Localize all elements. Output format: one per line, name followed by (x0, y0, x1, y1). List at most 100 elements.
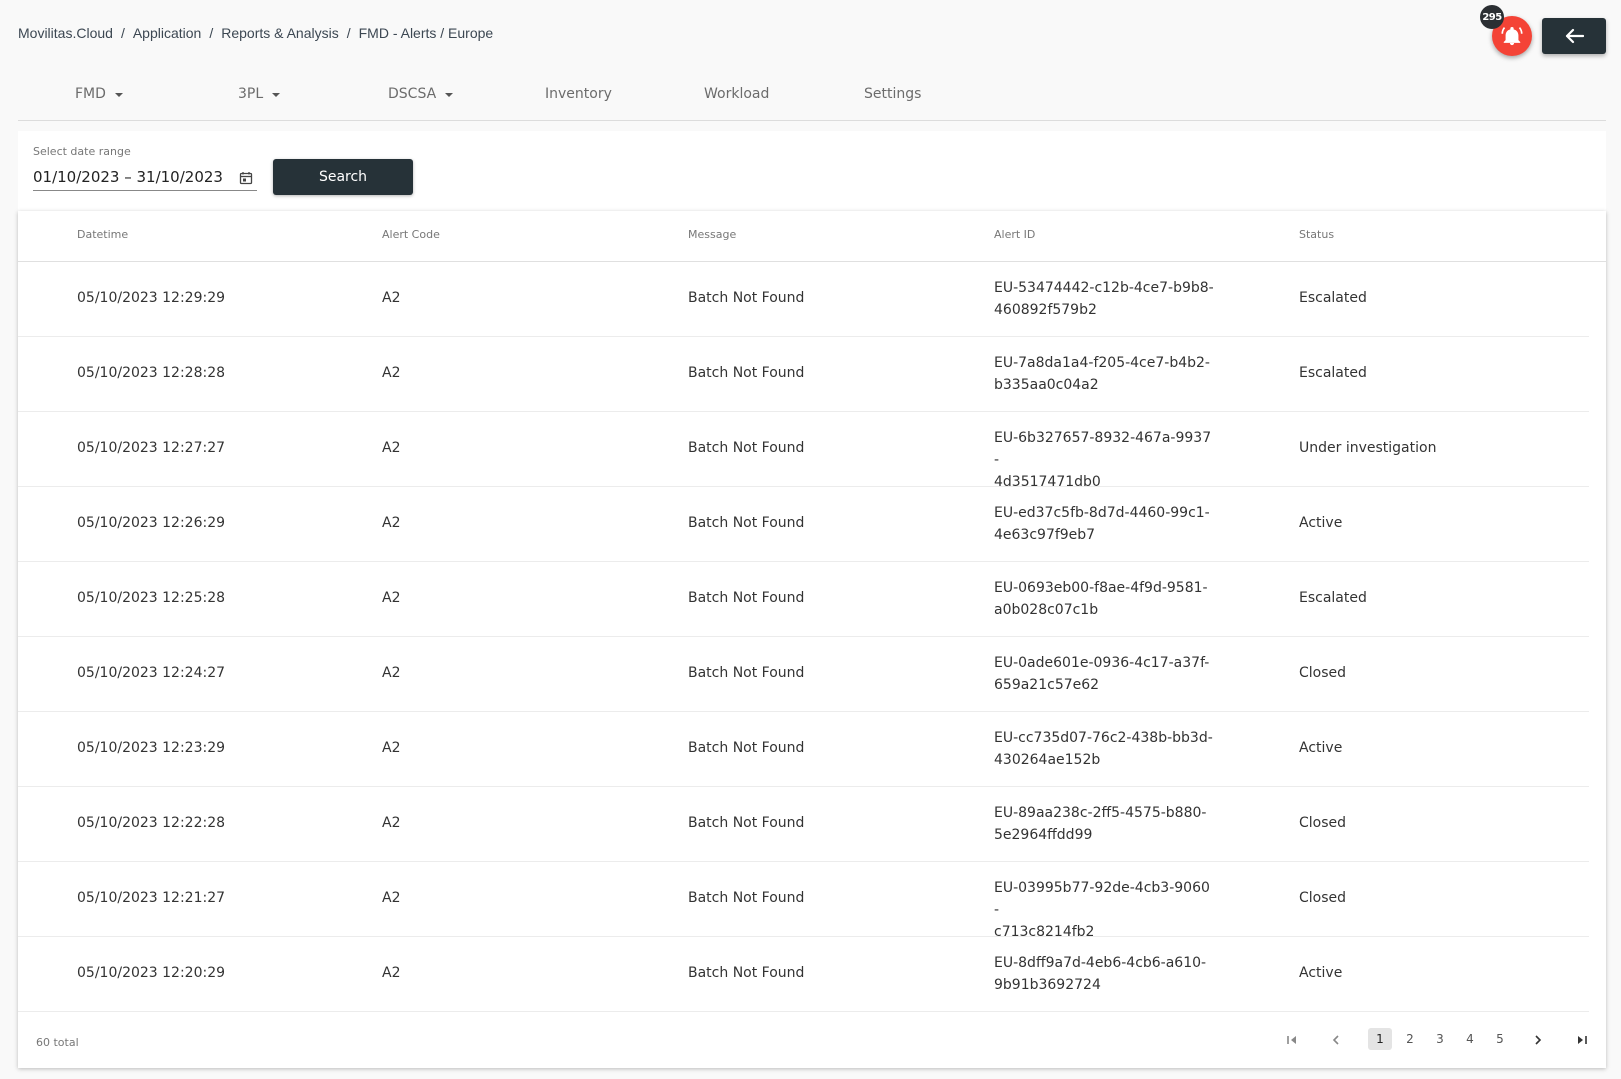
nav-item-fmd[interactable]: FMD (75, 86, 123, 102)
cell-message: Batch Not Found (688, 590, 805, 606)
table-row[interactable]: 05/10/2023 12:24:27 A2 Batch Not Found E… (18, 637, 1589, 712)
cell-message: Batch Not Found (688, 290, 805, 306)
cell-message: Batch Not Found (688, 815, 805, 831)
back-button[interactable] (1542, 18, 1606, 54)
cell-alert-code: A2 (382, 365, 401, 381)
page-button-5[interactable]: 5 (1488, 1028, 1512, 1050)
chevron-right-icon (1535, 1035, 1542, 1045)
alert-id-line-2: 5e2964ffdd99 (994, 827, 1093, 843)
last-page-icon (1578, 1036, 1587, 1044)
breadcrumb-item-reports-analysis[interactable]: Reports & Analysis (221, 25, 339, 41)
column-header-datetime[interactable]: Datetime (77, 228, 128, 241)
table-row[interactable]: 05/10/2023 12:23:29 A2 Batch Not Found E… (18, 712, 1589, 787)
alert-id-line-2: 4e63c97f9eb7 (994, 527, 1096, 543)
arrow-left-icon (1565, 28, 1584, 44)
nav-item-label: Settings (864, 86, 922, 102)
next-page-button[interactable] (1526, 1028, 1550, 1052)
cell-alert-code: A2 (382, 665, 401, 681)
alerts-table: Datetime Alert Code Message Alert ID Sta… (18, 211, 1606, 1068)
breadcrumb: Movilitas.Cloud / Application / Reports … (18, 25, 493, 41)
table-row[interactable]: 05/10/2023 12:27:27 A2 Batch Not Found E… (18, 412, 1589, 490)
cell-alert-id: EU-cc735d07-76c2-438b-bb3d- 430264ae152b (994, 727, 1214, 771)
table-row[interactable]: 05/10/2023 12:29:29 A2 Batch Not Found E… (18, 262, 1589, 337)
breadcrumb-separator: / (209, 25, 214, 41)
cell-status: Active (1299, 965, 1343, 981)
nav-item-label: Workload (704, 86, 770, 102)
column-header-message[interactable]: Message (688, 228, 736, 241)
alert-id-line-1: EU-8dff9a7d-4eb6-4cb6-a610- (994, 955, 1207, 971)
nav-item-label: Inventory (545, 86, 612, 102)
page-button-2[interactable]: 2 (1398, 1028, 1422, 1050)
cell-datetime: 05/10/2023 12:21:27 (77, 890, 226, 906)
table-row[interactable]: 05/10/2023 12:21:27 A2 Batch Not Found E… (18, 862, 1589, 940)
alert-id-line-1: EU-cc735d07-76c2-438b-bb3d- (994, 730, 1213, 746)
bell-icon (1501, 27, 1523, 46)
nav-item-inventory[interactable]: Inventory (545, 86, 612, 102)
breadcrumb-item-application[interactable]: Application (133, 25, 202, 41)
alert-id-line-1: EU-53474442-c12b-4ce7-b9b8- (994, 280, 1214, 296)
page-button-3[interactable]: 3 (1428, 1028, 1452, 1050)
table-footer: 60 total 1 2 3 4 5 (18, 1016, 1606, 1068)
caret-down-icon (272, 93, 281, 97)
cell-alert-id: EU-89aa238c-2ff5-4575-b880- 5e2964ffdd99 (994, 802, 1214, 846)
table-row[interactable]: 05/10/2023 12:28:28 A2 Batch Not Found E… (18, 337, 1589, 412)
alert-id-line-2: 9b91b3692724 (994, 977, 1101, 993)
cell-alert-code: A2 (382, 890, 401, 906)
cell-alert-code: A2 (382, 440, 401, 456)
table-row[interactable]: 05/10/2023 12:26:29 A2 Batch Not Found E… (18, 487, 1589, 562)
cell-message: Batch Not Found (688, 515, 805, 531)
first-page-icon (1287, 1036, 1296, 1044)
alert-id-line-1: EU-7a8da1a4-f205-4ce7-b4b2- (994, 355, 1210, 371)
nav-item-3pl[interactable]: 3PL (238, 86, 281, 102)
cell-alert-code: A2 (382, 815, 401, 831)
cell-alert-id: EU-0ade601e-0936-4c17-a37f- 659a21c57e62 (994, 652, 1214, 696)
breadcrumb-item-movilitas-cloud[interactable]: Movilitas.Cloud (18, 25, 113, 41)
page-button-1[interactable]: 1 (1368, 1028, 1392, 1050)
cell-alert-id: EU-ed37c5fb-8d7d-4460-99c1- 4e63c97f9eb7 (994, 502, 1214, 546)
last-page-button[interactable] (1570, 1028, 1594, 1052)
search-button[interactable]: Search (273, 159, 413, 195)
nav-item-settings[interactable]: Settings (864, 86, 921, 102)
cell-alert-id: EU-7a8da1a4-f205-4ce7-b4b2- b335aa0c04a2 (994, 352, 1214, 396)
cell-alert-code: A2 (382, 965, 401, 981)
date-range-input[interactable]: 01/10/2023 – 31/10/2023 (33, 163, 257, 191)
table-row[interactable]: 05/10/2023 12:25:28 A2 Batch Not Found E… (18, 562, 1589, 637)
nav-item-dscsa[interactable]: DSCSA (388, 86, 454, 102)
previous-page-button[interactable] (1324, 1028, 1348, 1052)
column-header-alert-code[interactable]: Alert Code (382, 228, 440, 241)
nav-item-workload[interactable]: Workload (704, 86, 769, 102)
table-row[interactable]: 05/10/2023 12:22:28 A2 Batch Not Found E… (18, 787, 1589, 862)
cell-alert-id: EU-53474442-c12b-4ce7-b9b8- 460892f579b2 (994, 277, 1214, 321)
breadcrumb-item-current-page: FMD - Alerts / Europe (358, 25, 494, 41)
date-range-value: 01/10/2023 – 31/10/2023 (33, 167, 223, 186)
cell-datetime: 05/10/2023 12:22:28 (77, 815, 226, 831)
column-header-alert-id[interactable]: Alert ID (994, 228, 1035, 241)
cell-alert-id: EU-6b327657-8932-467a-9937- 4d3517471db0 (994, 427, 1214, 493)
cell-status: Under investigation (1299, 440, 1437, 456)
alert-id-line-1: EU-ed37c5fb-8d7d-4460-99c1- (994, 505, 1210, 521)
cell-status: Active (1299, 740, 1343, 756)
cell-status: Escalated (1299, 365, 1367, 381)
cell-alert-id: EU-03995b77-92de-4cb3-9060- c713c8214fb2 (994, 877, 1214, 943)
top-bar: Movilitas.Cloud / Application / Reports … (0, 0, 1621, 66)
alert-id-line-2: 659a21c57e62 (994, 677, 1100, 693)
caret-down-icon (445, 93, 454, 97)
column-header-status[interactable]: Status (1299, 228, 1334, 241)
notification-count-badge: 295 (1480, 5, 1504, 29)
first-page-button[interactable] (1280, 1028, 1304, 1052)
cell-datetime: 05/10/2023 12:24:27 (77, 665, 226, 681)
cell-status: Escalated (1299, 290, 1367, 306)
breadcrumb-separator: / (120, 25, 125, 41)
cell-status: Closed (1299, 815, 1347, 831)
table-row[interactable]: 05/10/2023 12:20:29 A2 Batch Not Found E… (18, 937, 1589, 1012)
cell-status: Closed (1299, 890, 1347, 906)
cell-datetime: 05/10/2023 12:29:29 (77, 290, 226, 306)
cell-alert-code: A2 (382, 590, 401, 606)
calendar-icon[interactable] (239, 171, 253, 185)
nav-item-label: DSCSA (388, 86, 437, 102)
page-button-4[interactable]: 4 (1458, 1028, 1482, 1050)
nav-item-label: 3PL (238, 86, 264, 102)
table-header: Datetime Alert Code Message Alert ID Sta… (18, 211, 1606, 262)
cell-datetime: 05/10/2023 12:27:27 (77, 440, 226, 456)
cell-status: Active (1299, 515, 1343, 531)
